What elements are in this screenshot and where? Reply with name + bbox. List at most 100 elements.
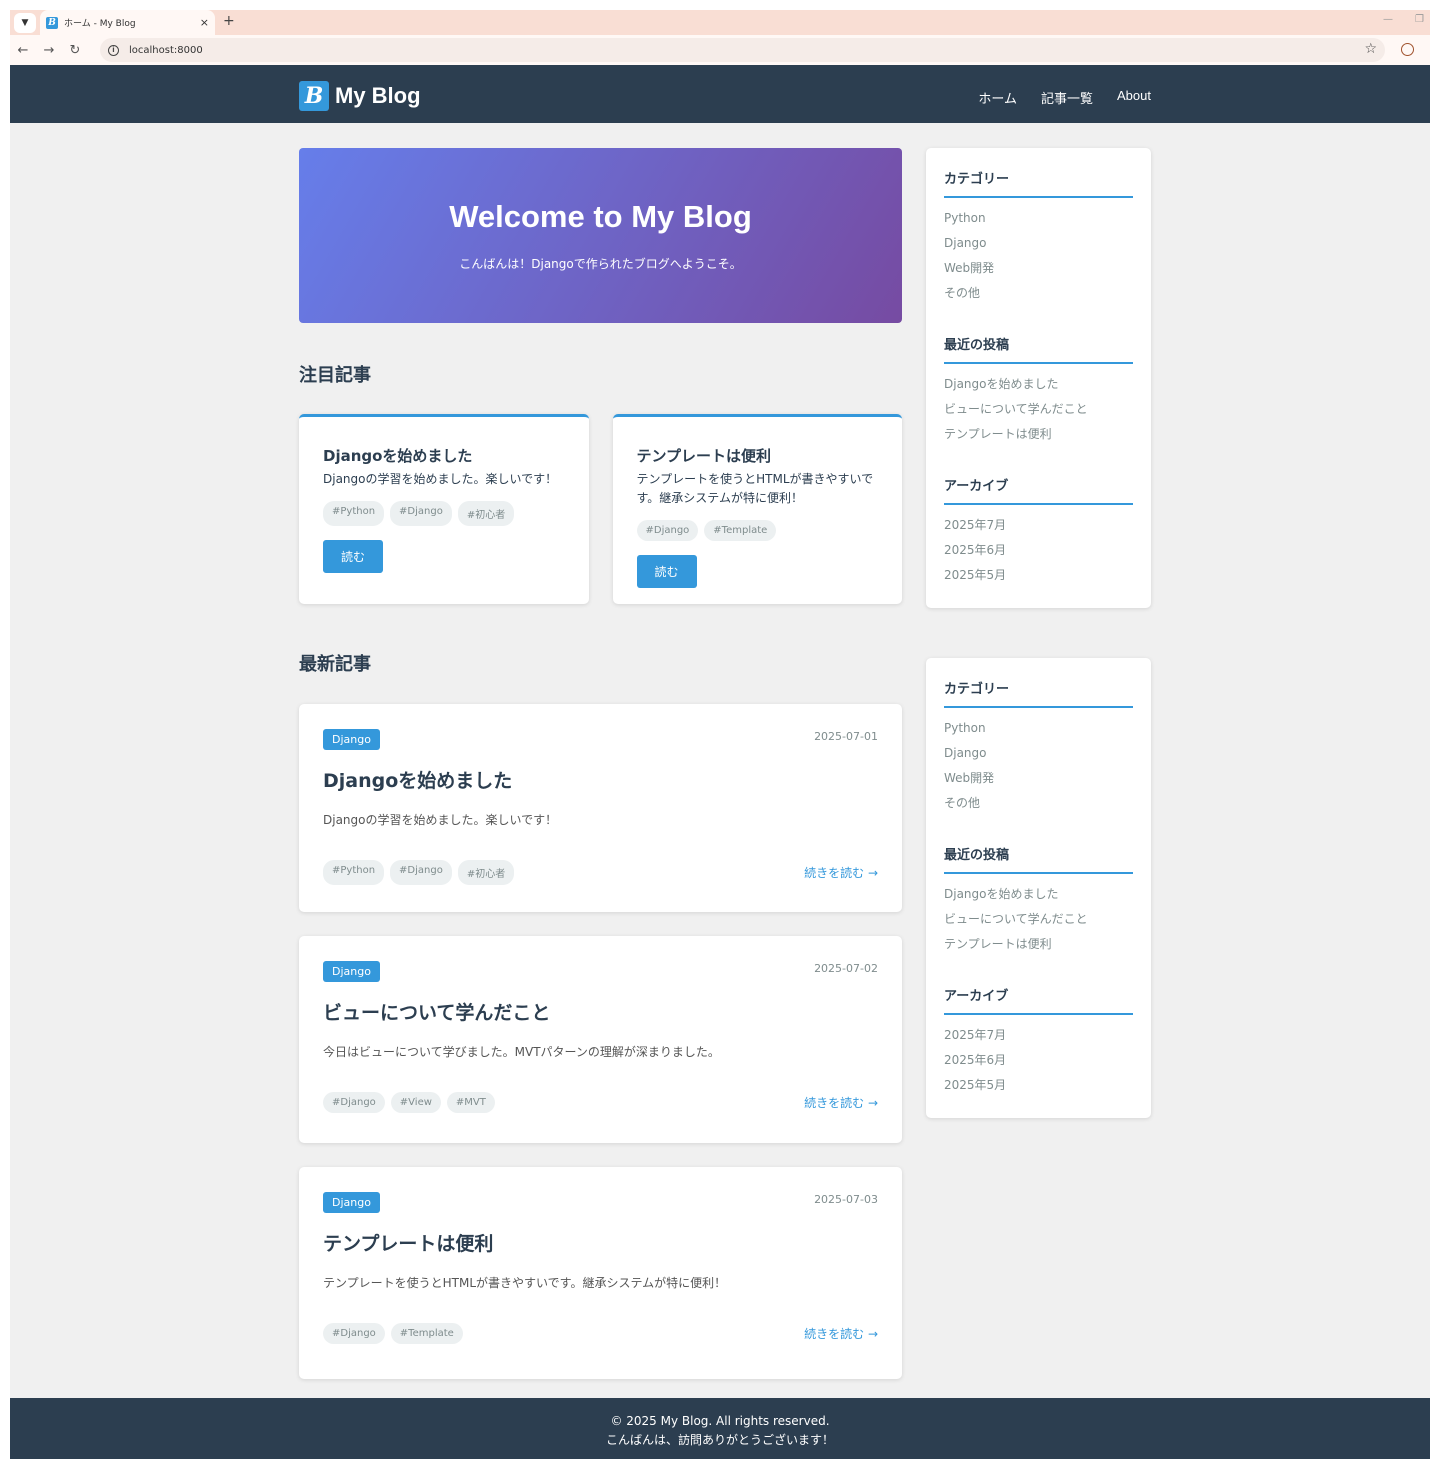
widget-title: カテゴリー [944, 168, 1133, 198]
featured-grid: Djangoを始めました Djangoの学習を始めました。楽しいです！ #Pyt… [299, 414, 902, 604]
archive-link[interactable]: 2025年5月 [944, 1077, 1133, 1102]
post-card: Django 2025-07-01 Djangoを始めました Djangoの学習… [299, 704, 902, 912]
post-footer: #Django #Template 続きを読む → [323, 1323, 878, 1344]
restore-icon[interactable]: ❐ [1415, 14, 1424, 25]
footer-copyright: © 2025 My Blog. All rights reserved. [610, 1414, 830, 1428]
nav-link-articles[interactable]: 記事一覧 [1041, 88, 1093, 107]
footer-message: こんばんは、訪問ありがとうございます！ [605, 1433, 834, 1447]
categories-widget: カテゴリー Python Django Web開発 その他 [944, 678, 1133, 820]
minimize-icon[interactable]: — [1383, 14, 1393, 25]
tab-title: ホーム - My Blog [64, 19, 136, 29]
sidebar: カテゴリー Python Django Web開発 その他 最近の投稿 Djan… [926, 658, 1151, 1118]
recent-post-link[interactable]: Djangoを始めました [944, 886, 1133, 911]
category-link[interactable]: Django [944, 235, 1133, 260]
tab-search-icon[interactable]: ▼ [14, 12, 36, 33]
featured-card: Djangoを始めました Djangoの学習を始めました。楽しいです！ #Pyt… [299, 414, 589, 604]
archive-link[interactable]: 2025年5月 [944, 567, 1133, 592]
bookmark-star-icon[interactable]: ☆ [1364, 41, 1377, 57]
post-date: 2025-07-02 [814, 962, 878, 975]
featured-card: テンプレートは便利 テンプレートを使うとHTMLが書きやすいです。継承システムが… [612, 414, 902, 604]
tag[interactable]: #Django [390, 501, 452, 527]
post-card: Django 2025-07-03 テンプレートは便利 テンプレートを使うとHT… [299, 1167, 902, 1379]
main-nav: ホーム 記事一覧 About [978, 88, 1151, 107]
archive-link[interactable]: 2025年7月 [944, 1027, 1133, 1052]
archive-link[interactable]: 2025年7月 [944, 517, 1133, 542]
featured-card-excerpt: テンプレートを使うとHTMLが書きやすいです。継承システムが特に便利！ [636, 472, 874, 506]
category-badge[interactable]: Django [323, 961, 380, 982]
recent-post-link[interactable]: ビューについて学んだこと [944, 911, 1133, 936]
post-title[interactable]: ビューについて学んだこと [323, 998, 878, 1025]
tag[interactable]: #Django [323, 1323, 385, 1344]
tag[interactable]: #Python [323, 501, 385, 527]
post-date: 2025-07-01 [814, 730, 878, 743]
tag[interactable]: #Django [323, 1092, 385, 1113]
logo-text: My Blog [335, 83, 421, 108]
category-link[interactable]: その他 [944, 285, 1133, 310]
nav-link-about[interactable]: About [1117, 88, 1151, 107]
category-link[interactable]: Web開発 [944, 260, 1133, 285]
logo-icon: B [299, 81, 329, 111]
tab-close-icon[interactable]: × [200, 16, 209, 29]
site-logo[interactable]: B My Blog [299, 81, 421, 111]
tag-list: #Django #View #MVT [323, 1092, 495, 1113]
read-more-link[interactable]: 続きを読む → [804, 864, 878, 881]
hero-subtitle: こんばんは！Djangoで作られたブログへようこそ。 [459, 257, 742, 271]
category-badge[interactable]: Django [323, 729, 380, 750]
new-tab-icon[interactable]: + [223, 13, 235, 29]
post-excerpt: Djangoの学習を始めました。楽しいです！ [323, 813, 558, 827]
forward-icon[interactable]: → [36, 43, 62, 58]
post-date: 2025-07-03 [814, 1193, 878, 1206]
tag[interactable]: #View [390, 1092, 441, 1113]
sidebar: カテゴリー Python Django Web開発 その他 最近の投稿 Djan… [926, 148, 1151, 608]
tag[interactable]: #Template [704, 520, 777, 542]
tab-strip: ▼ B ホーム - My Blog × + — ❐ [10, 10, 1430, 35]
recent-post-link[interactable]: ビューについて学んだこと [944, 401, 1133, 426]
tag[interactable]: #Django [390, 860, 452, 885]
tag-list: #Python #Django #初心者 [323, 860, 515, 885]
url-field[interactable]: i localhost:8000 ☆ [100, 38, 1385, 62]
read-button[interactable]: 読む [323, 540, 384, 574]
widget-title: 最近の投稿 [944, 844, 1133, 874]
site-info-icon[interactable]: i [108, 44, 119, 56]
favicon-icon: B [46, 16, 58, 29]
reload-icon[interactable]: ↻ [62, 43, 88, 58]
category-badge[interactable]: Django [323, 1192, 380, 1213]
recent-post-link[interactable]: Djangoを始めました [944, 376, 1133, 401]
category-link[interactable]: その他 [944, 795, 1133, 820]
read-button[interactable]: 読む [636, 555, 697, 589]
category-link[interactable]: Python [944, 210, 1133, 235]
tag-list: #Django #Template [636, 520, 879, 542]
site-header: B My Blog ホーム 記事一覧 About [10, 65, 1430, 123]
tag[interactable]: #初心者 [457, 860, 515, 885]
back-icon[interactable]: ← [10, 43, 36, 58]
featured-card-title[interactable]: Djangoを始めました [323, 445, 565, 466]
archive-link[interactable]: 2025年6月 [944, 1052, 1133, 1077]
recent-post-link[interactable]: テンプレートは便利 [944, 936, 1133, 961]
profile-icon[interactable] [1401, 43, 1414, 56]
tag[interactable]: #Template [390, 1323, 463, 1344]
main-content: Welcome to My Blog こんばんは！Djangoで作られたブログへ… [299, 148, 902, 1379]
archive-widget: アーカイブ 2025年7月 2025年6月 2025年5月 [944, 985, 1133, 1102]
archive-link[interactable]: 2025年6月 [944, 542, 1133, 567]
post-title[interactable]: Djangoを始めました [323, 766, 878, 793]
category-link[interactable]: Django [944, 745, 1133, 770]
categories-widget: カテゴリー Python Django Web開発 その他 [944, 168, 1133, 310]
nav-link-home[interactable]: ホーム [978, 88, 1017, 107]
tag[interactable]: #初心者 [457, 501, 515, 527]
read-more-link[interactable]: 続きを読む → [804, 1094, 878, 1111]
site-footer: © 2025 My Blog. All rights reserved. こんば… [10, 1398, 1430, 1459]
recent-post-link[interactable]: テンプレートは便利 [944, 426, 1133, 451]
featured-heading: 注目記事 [299, 365, 371, 386]
featured-card-title[interactable]: テンプレートは便利 [637, 445, 879, 466]
browser-tab[interactable]: B ホーム - My Blog × [40, 10, 215, 35]
tag[interactable]: #MVT [446, 1092, 495, 1113]
category-link[interactable]: Python [944, 720, 1133, 745]
read-more-link[interactable]: 続きを読む → [804, 1325, 878, 1342]
archive-widget: アーカイブ 2025年7月 2025年6月 2025年5月 [944, 475, 1133, 592]
widget-title: アーカイブ [944, 985, 1133, 1015]
tag[interactable]: #Django [636, 520, 699, 542]
tag[interactable]: #Python [323, 860, 385, 885]
post-title[interactable]: テンプレートは便利 [323, 1229, 878, 1256]
category-link[interactable]: Web開発 [944, 770, 1133, 795]
post-excerpt: 今日はビューについて学びました。MVTパターンの理解が深まりました。 [323, 1045, 720, 1059]
